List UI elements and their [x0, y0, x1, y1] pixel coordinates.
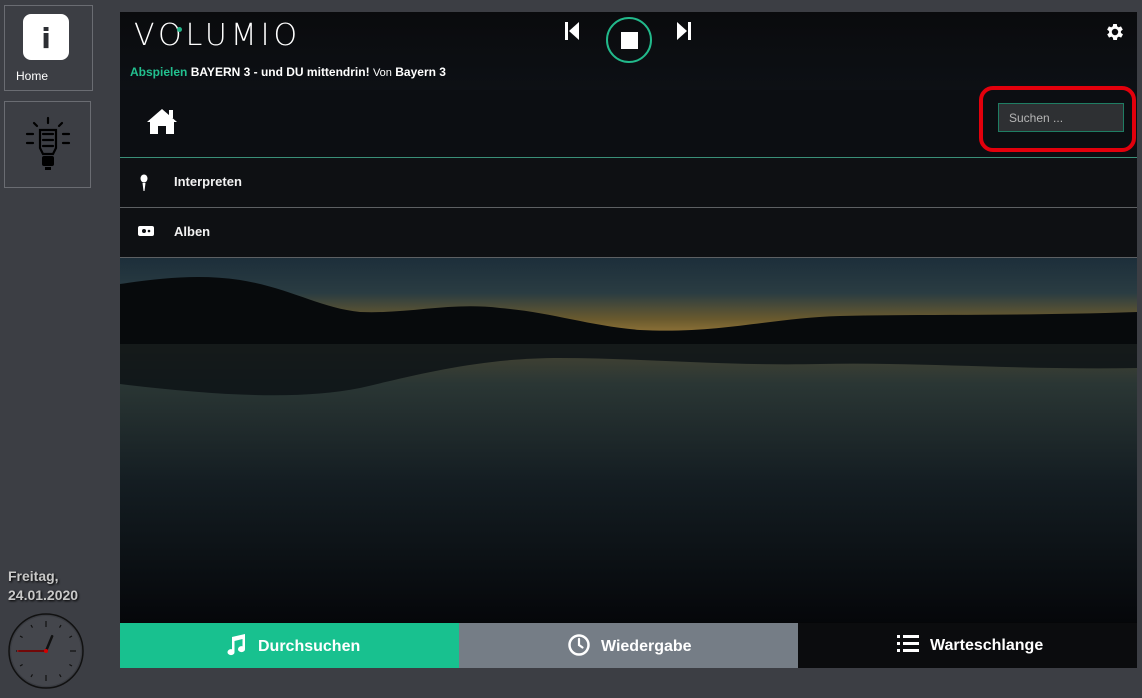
player-header: VOLUMIO Abspielen BAYERN 3 - und DU mitt…	[120, 12, 1137, 90]
browse-item-interpreten[interactable]: Interpreten	[120, 158, 1137, 208]
track-title: BAYERN 3 - und DU mittendrin!	[190, 65, 370, 79]
tab-queue[interactable]: Warteschlange	[798, 623, 1137, 668]
analog-clock	[8, 613, 84, 689]
home-icon[interactable]	[145, 107, 179, 135]
lightbulb-icon	[25, 116, 71, 170]
home-tile[interactable]: i Home	[4, 5, 93, 91]
weekday-text: Freitag,	[8, 568, 59, 584]
artist-name: Bayern 3	[395, 65, 446, 79]
clock-icon	[568, 634, 590, 656]
tab-browse-label: Durchsuchen	[258, 638, 361, 656]
logo-accent-dot	[177, 27, 182, 32]
album-icon	[138, 226, 154, 236]
by-label: Von	[372, 67, 392, 79]
search-highlight-annotation	[979, 86, 1136, 152]
light-tile[interactable]	[4, 101, 91, 188]
tab-playback[interactable]: Wiedergabe	[459, 623, 798, 668]
tab-browse[interactable]: Durchsuchen	[120, 623, 459, 668]
next-track-button[interactable]	[676, 20, 692, 42]
stop-icon	[621, 32, 638, 49]
home-tile-label: Home	[16, 69, 49, 83]
browse-item-alben[interactable]: Alben	[120, 208, 1137, 258]
music-note-icon	[227, 634, 246, 656]
volumio-panel: VOLUMIO Abspielen BAYERN 3 - und DU mitt…	[120, 12, 1137, 668]
stop-button[interactable]	[606, 17, 652, 63]
previous-track-button[interactable]	[564, 20, 580, 42]
tab-playback-label: Wiedergabe	[601, 638, 692, 656]
tab-queue-label: Warteschlange	[930, 637, 1044, 655]
date-text: 24.01.2020	[8, 587, 79, 603]
volumio-logo: VOLUMIO	[134, 18, 302, 53]
settings-gear-button[interactable]	[1104, 21, 1126, 43]
list-icon	[897, 635, 919, 652]
info-icon: i	[23, 14, 69, 60]
now-playing-info: Abspielen BAYERN 3 - und DU mittendrin! …	[130, 65, 446, 79]
browse-item-label: Interpreten	[174, 174, 242, 189]
date-display: Freitag, 24.01.2020	[8, 567, 78, 605]
play-state-label: Abspielen	[130, 65, 188, 79]
browse-item-label: Alben	[174, 224, 211, 239]
microphone-icon	[140, 174, 148, 191]
